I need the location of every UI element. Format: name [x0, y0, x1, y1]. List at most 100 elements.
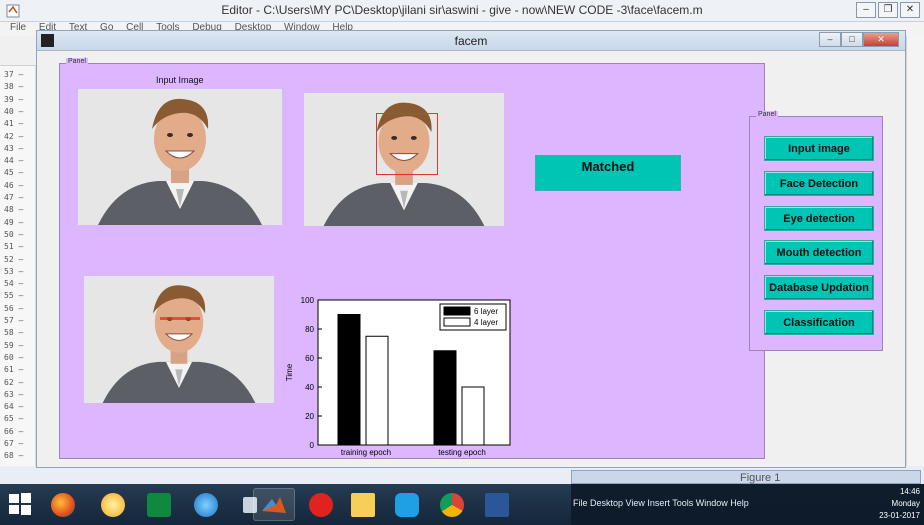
figure1-title: Figure 1	[740, 472, 781, 484]
line-number: 54 –	[4, 279, 24, 289]
figure-titlebar: facem – □ ✕	[37, 31, 905, 51]
taskbar-matlab[interactable]	[253, 488, 295, 521]
main-panel: Panel Input Image Matched 0 20 40 60 80 …	[59, 58, 765, 459]
line-number-gutter: 37 – 38 – 39 – 40 – 41 – 42 – 43 – 44 – 45 – 46 –…	[0, 66, 36, 466]
editor-titlebar: Editor - C:\Users\MY PC\Desktop\jilani s…	[0, 0, 924, 22]
line-number: 42 –	[4, 131, 24, 141]
eye-detection-button[interactable]: Eye detection	[764, 206, 874, 231]
face-detection-button[interactable]: Face Detection	[764, 171, 874, 196]
line-number: 62 –	[4, 377, 24, 387]
legend-swatch	[443, 317, 471, 327]
legend-label: 6 layer	[474, 307, 498, 316]
bar-6-layer-1	[433, 350, 457, 446]
matlab-icon	[262, 496, 286, 513]
clock-day: Monday	[891, 499, 920, 508]
line-number: 50 –	[4, 229, 24, 239]
taskbar-chrome[interactable]	[431, 488, 473, 521]
y-tick-label: 60	[305, 354, 314, 363]
folder-icon	[351, 492, 375, 517]
taskbar-word[interactable]	[476, 488, 518, 521]
line-number: 55 –	[4, 291, 24, 301]
taskbar-skype[interactable]	[386, 488, 428, 521]
editor-scrollbar[interactable]	[906, 36, 924, 466]
taskbar-store[interactable]	[138, 488, 180, 521]
line-number: 47 –	[4, 193, 24, 202]
bar-6-layer-0	[337, 314, 361, 446]
x-tick-label: training epoch	[341, 448, 391, 457]
chrome-icon	[440, 492, 464, 517]
line-number: 66 –	[4, 426, 24, 436]
windows-start-icon[interactable]	[8, 492, 32, 516]
line-number: 43 –	[4, 143, 24, 153]
line-number: 48 –	[4, 205, 24, 215]
mouth-detection-button[interactable]: Mouth detection	[764, 240, 874, 265]
y-tick-label: 40	[305, 383, 314, 392]
close-button[interactable]: ✕	[900, 2, 920, 18]
line-number: 46 –	[4, 180, 24, 190]
match-result-box: Matched	[535, 155, 681, 191]
classification-button[interactable]: Classification	[764, 310, 874, 335]
word-icon	[485, 492, 509, 517]
opera-icon	[309, 492, 333, 517]
taskbar: File Desktop View Insert Tools Window He…	[0, 484, 924, 525]
line-number: 53 –	[4, 266, 24, 276]
line-number: 38 –	[4, 82, 24, 92]
face-bounding-box	[376, 113, 438, 175]
line-number: 58 –	[4, 328, 24, 338]
line-number: 52 –	[4, 254, 24, 264]
y-axis-label: Time	[285, 363, 294, 381]
taskbar-opera[interactable]	[300, 488, 342, 521]
taskbar-paint[interactable]	[92, 488, 134, 521]
firefox-icon	[51, 492, 75, 517]
line-number: 63 –	[4, 389, 24, 399]
line-number: 64 –	[4, 402, 24, 412]
line-number: 49 –	[4, 217, 24, 227]
figure1-window[interactable]: Figure 1	[571, 470, 921, 484]
paint-icon	[101, 492, 125, 517]
epoch-time-bar-chart: 0 20 40 60 80 100 Time training epoch testing ep…	[285, 296, 511, 457]
bar-4-layer-1	[461, 386, 485, 446]
button-panel-label: Panel	[756, 111, 778, 118]
input-image-button[interactable]: Input image	[764, 136, 874, 161]
line-number: 57 –	[4, 316, 24, 325]
database-updation-button[interactable]: Database Updation	[764, 275, 874, 300]
tray-area: File Desktop View Insert Tools Window He…	[571, 484, 924, 525]
figure-minimize-button[interactable]: –	[819, 32, 841, 47]
figure-close-button[interactable]: ✕	[863, 32, 899, 47]
face-photo-icon	[78, 89, 282, 225]
clock-date: 23-01-2017	[879, 511, 920, 520]
minimize-button[interactable]: –	[856, 2, 876, 18]
face-detection-image	[304, 93, 504, 226]
clock-time: 14:46	[899, 487, 920, 496]
line-number: 44 –	[4, 156, 24, 166]
line-number: 51 –	[4, 242, 24, 252]
editor-title: Editor - C:\Users\MY PC\Desktop\jilani s…	[221, 3, 703, 17]
clock[interactable]: 14:46 Monday 23-01-2017	[879, 486, 920, 522]
internet-explorer-icon	[194, 492, 218, 517]
menu-file[interactable]: File	[10, 22, 26, 33]
line-number: 40 –	[4, 106, 24, 116]
line-number: 60 –	[4, 352, 24, 362]
match-result-text: Matched	[581, 159, 635, 174]
main-panel-label: Panel	[66, 58, 88, 65]
line-number: 39 –	[4, 94, 24, 104]
eye-region-marker	[160, 317, 200, 320]
taskbar-explorer[interactable]	[342, 488, 384, 521]
line-number: 67 –	[4, 439, 24, 448]
button-panel: Panel Input image Face Detection Eye det…	[749, 111, 883, 351]
y-tick-label: 0	[310, 441, 315, 450]
legend-label: 4 layer	[474, 318, 498, 327]
taskbar-ie[interactable]	[185, 488, 227, 521]
legend-swatch	[443, 306, 471, 316]
figure-maximize-button[interactable]: □	[841, 32, 863, 47]
eye-detection-image	[84, 276, 274, 403]
y-tick-label: 80	[305, 325, 314, 334]
line-number: 37 –	[4, 70, 24, 79]
taskbar-firefox[interactable]	[42, 488, 84, 521]
figure1-menu-text: File Desktop View Insert Tools Window He…	[573, 498, 749, 508]
line-number: 59 –	[4, 340, 24, 350]
line-number: 68 –	[4, 451, 24, 461]
y-tick-label: 100	[301, 296, 315, 305]
face-photo-icon	[84, 276, 274, 403]
restore-button[interactable]: ❐	[878, 2, 898, 18]
